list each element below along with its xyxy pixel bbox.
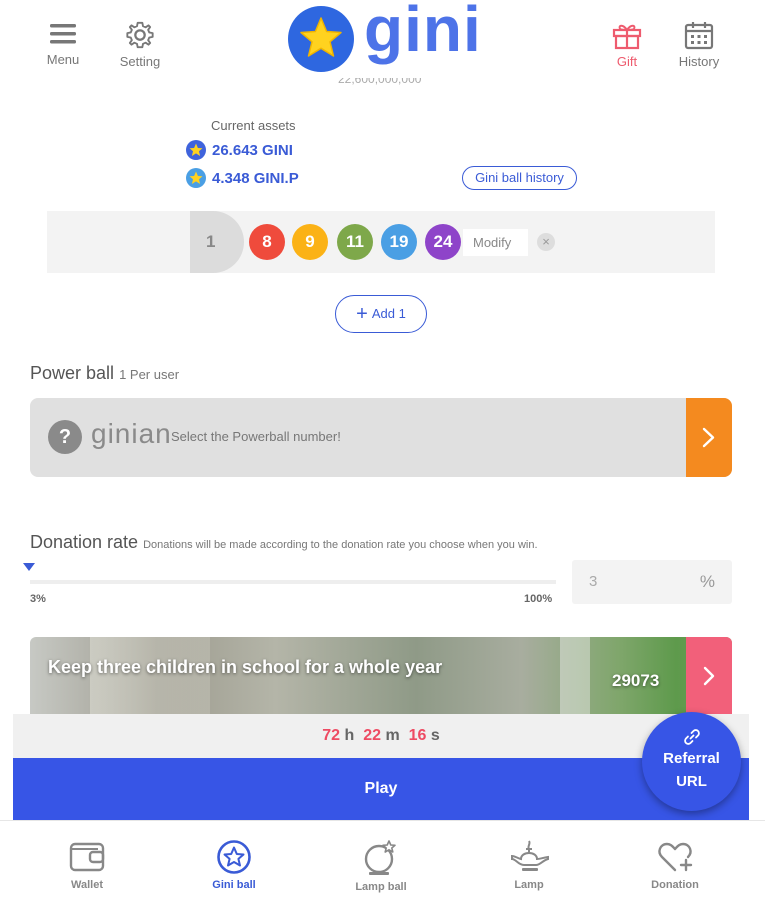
app-header: Menu Setting gini Gift History	[0, 0, 765, 80]
donation-rate-slider[interactable]	[30, 580, 556, 584]
menu-button[interactable]: Menu	[28, 20, 98, 67]
ginian-logo: ginian	[91, 418, 172, 449]
power-ball-title: Power ball 1 Per user	[30, 363, 179, 384]
donation-rate-description: Donations will be made according to the …	[143, 539, 538, 551]
cut-off-text: 22,600,000,000	[338, 78, 422, 86]
nav-wallet[interactable]: Wallet	[37, 839, 137, 891]
gear-icon	[126, 21, 154, 49]
nav-gini-ball-label: Gini ball	[212, 879, 256, 891]
ball-number: 9	[292, 224, 328, 260]
gift-label: Gift	[616, 54, 638, 69]
ginip-coin-icon	[186, 168, 206, 188]
timer-seconds: 16	[408, 727, 427, 744]
gini-ball-icon	[217, 840, 251, 874]
gini-coin-icon	[186, 140, 206, 160]
add-row-button[interactable]: + Add 1	[335, 295, 427, 333]
question-icon: ?	[48, 420, 82, 454]
nav-wallet-label: Wallet	[71, 879, 103, 891]
slider-max-label: 100%	[524, 593, 553, 605]
heart-plus-icon	[658, 842, 693, 872]
ball-number: 11	[337, 224, 373, 260]
setting-button[interactable]: Setting	[105, 20, 175, 69]
ball-number: 24	[425, 224, 461, 260]
clear-row-icon[interactable]: ×	[537, 233, 555, 251]
nav-donation-label: Donation	[651, 879, 699, 891]
nav-lamp[interactable]: Lamp	[479, 839, 579, 891]
timer-seconds-unit: s	[430, 727, 440, 744]
donation-rate-title: Donation rate Donations will be made acc…	[30, 532, 538, 553]
powerball-hint: Select the Powerball number!	[171, 429, 341, 444]
nav-lamp-label: Lamp	[514, 879, 544, 891]
referral-line2: URL	[676, 773, 707, 790]
hamburger-icon	[50, 24, 76, 44]
menu-label: Menu	[46, 52, 80, 67]
powerball-next-button[interactable]	[686, 398, 732, 477]
nav-gini-ball[interactable]: Gini ball	[184, 839, 284, 891]
logo-text: gini	[364, 0, 482, 65]
slider-thumb[interactable]	[23, 563, 35, 571]
gini-balance: 26.643 GINI	[186, 139, 293, 161]
card-photo-highlight	[560, 637, 590, 715]
referral-url-button[interactable]: Referral URL	[642, 712, 741, 811]
modify-button[interactable]: Modify	[463, 229, 528, 256]
countdown-timer: 72 h 22 m 16 s	[13, 714, 749, 758]
timer-minutes-unit: m	[385, 727, 400, 744]
power-ball-subtitle: 1 Per user	[119, 367, 180, 382]
gini-ball-history-button[interactable]: Gini ball history	[462, 166, 577, 190]
logo-star-icon	[288, 6, 354, 72]
ball-number: 8	[249, 224, 285, 260]
referral-line1: Referral	[663, 750, 720, 767]
campaign-count: 29073	[612, 671, 660, 690]
chevron-right-icon	[702, 427, 715, 448]
donation-rate-input[interactable]: 3 %	[572, 560, 732, 604]
ginip-balance: 4.348 GINI.P	[186, 167, 299, 189]
gift-icon	[612, 24, 642, 50]
lamp-ball-icon	[364, 840, 396, 875]
page: Menu Setting gini Gift History 22,600,00…	[0, 0, 765, 908]
campaign-title: Keep three children in school for a whol…	[48, 657, 443, 677]
gini-logo[interactable]: gini	[288, 0, 481, 72]
link-icon	[684, 729, 700, 745]
nav-lamp-ball-label: Lamp ball	[355, 881, 407, 893]
calendar-icon	[684, 22, 714, 50]
slider-min-label: 3%	[30, 593, 46, 605]
nav-donation[interactable]: Donation	[625, 839, 725, 891]
percent-unit: %	[699, 572, 715, 591]
ball-number: 19	[381, 224, 417, 260]
timer-hours-unit: h	[344, 727, 355, 744]
donation-rate-title-text: Donation rate	[30, 532, 139, 552]
history-label: History	[678, 54, 720, 69]
history-button[interactable]: History	[664, 20, 734, 69]
current-assets-label: Current assets	[211, 118, 296, 133]
nav-lamp-ball[interactable]: Lamp ball	[331, 839, 431, 893]
bottom-navigation: Wallet Gini ball Lamp ball Lamp Donation	[0, 820, 765, 908]
add-row-label: Add 1	[371, 306, 406, 321]
setting-label: Setting	[119, 54, 161, 69]
timer-minutes: 22	[363, 727, 381, 744]
donation-rate-value: 3	[589, 573, 598, 590]
gini-balance-value: 26.643 GINI	[212, 141, 293, 159]
timer-hours: 72	[322, 727, 341, 744]
chevron-right-icon	[703, 666, 715, 686]
campaign-next-button[interactable]	[686, 637, 732, 715]
power-ball-title-text: Power ball	[30, 363, 115, 383]
donation-campaign-card[interactable]: Keep three children in school for a whol…	[30, 637, 732, 715]
magic-lamp-icon	[511, 840, 549, 871]
wallet-icon	[69, 842, 105, 872]
plus-icon: +	[356, 303, 368, 325]
gift-button[interactable]: Gift	[592, 20, 662, 69]
ginip-balance-value: 4.348 GINI.P	[212, 169, 299, 187]
powerball-selector[interactable]: ? ginian Select the Powerball number!	[30, 398, 732, 477]
play-button[interactable]: Play	[13, 758, 749, 820]
